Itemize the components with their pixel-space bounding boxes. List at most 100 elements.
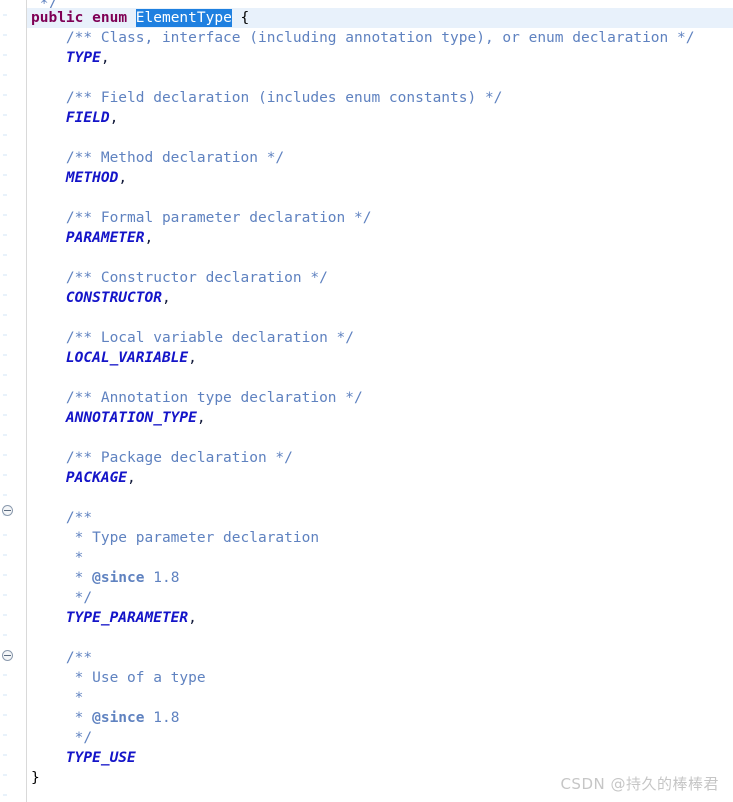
gutter-annotation-tick xyxy=(3,394,7,396)
comment-text: 1.8 xyxy=(144,710,180,726)
code-line[interactable] xyxy=(27,188,733,208)
enum-constant: PACKAGE xyxy=(65,470,128,486)
code-surface[interactable]: */public enum ElementType { /** Class, i… xyxy=(27,0,733,802)
code-line[interactable]: */ xyxy=(27,728,733,748)
gutter-annotation-tick xyxy=(3,234,7,236)
gutter-annotation-tick xyxy=(3,594,7,596)
code-line[interactable] xyxy=(27,368,733,388)
java-keyword: public xyxy=(31,10,84,26)
gutter-annotation-tick xyxy=(3,334,7,336)
javadoc-tag: @since xyxy=(92,710,145,726)
code-line[interactable]: public enum ElementType { xyxy=(27,8,733,28)
gutter-annotation-tick xyxy=(3,634,7,636)
code-line[interactable]: CONSTRUCTOR, xyxy=(27,288,733,308)
gutter-annotation-tick xyxy=(3,774,7,776)
code-line[interactable]: /** xyxy=(27,648,733,668)
gutter-annotation-tick xyxy=(3,354,7,356)
code-line[interactable]: PARAMETER, xyxy=(27,228,733,248)
comment-text: * xyxy=(31,550,84,566)
enum-constant: TYPE_USE xyxy=(65,750,136,766)
code-line[interactable] xyxy=(27,428,733,448)
gutter-annotation-tick xyxy=(3,794,7,796)
enum-constant: CONSTRUCTOR xyxy=(65,290,162,306)
code-line[interactable]: */ xyxy=(27,588,733,608)
code-line[interactable]: * xyxy=(27,548,733,568)
code-line[interactable]: TYPE_PARAMETER, xyxy=(27,608,733,628)
comment-text: * xyxy=(31,690,84,706)
comment-text: /** Package declaration */ xyxy=(31,450,293,466)
code-token: , xyxy=(161,290,171,306)
code-line[interactable]: /** xyxy=(27,508,733,528)
comment-text: /** Local variable declaration */ xyxy=(31,330,355,346)
code-line[interactable]: TYPE, xyxy=(27,48,733,68)
code-line[interactable]: /** Package declaration */ xyxy=(27,448,733,468)
code-editor[interactable]: */public enum ElementType { /** Class, i… xyxy=(0,0,733,802)
code-line[interactable] xyxy=(27,68,733,88)
comment-text: /** Field declaration (includes enum con… xyxy=(31,90,503,106)
comment-text: /** Class, interface (including annotati… xyxy=(31,30,695,46)
gutter-annotation-tick xyxy=(3,674,7,676)
code-line[interactable]: LOCAL_VARIABLE, xyxy=(27,348,733,368)
code-token: , xyxy=(118,170,128,186)
code-line[interactable]: /** Class, interface (including annotati… xyxy=(27,28,733,48)
code-line[interactable]: ANNOTATION_TYPE, xyxy=(27,408,733,428)
code-line[interactable] xyxy=(27,488,733,508)
code-token: , xyxy=(196,410,206,426)
code-token: , xyxy=(109,110,119,126)
gutter-annotation-tick xyxy=(3,34,7,36)
gutter-annotation-tick xyxy=(3,154,7,156)
code-line[interactable]: FIELD, xyxy=(27,108,733,128)
enum-constant: TYPE xyxy=(65,50,101,66)
code-token: { xyxy=(231,10,250,26)
code-line[interactable]: /** Field declaration (includes enum con… xyxy=(27,88,733,108)
code-line[interactable]: METHOD, xyxy=(27,168,733,188)
code-line[interactable]: TYPE_USE xyxy=(27,748,733,768)
code-token: , xyxy=(127,470,136,486)
code-token: , xyxy=(188,610,197,626)
gutter-annotation-tick xyxy=(3,554,7,556)
gutter-annotation-tick xyxy=(3,414,7,416)
comment-text: /** Constructor declaration */ xyxy=(31,270,328,286)
comment-text: /** xyxy=(31,510,93,526)
comment-text: * Use of a type xyxy=(31,670,206,686)
code-token: , xyxy=(100,50,110,66)
code-line[interactable] xyxy=(27,128,733,148)
gutter-annotation-tick xyxy=(3,614,7,616)
gutter-annotation-tick xyxy=(3,14,7,16)
code-line[interactable] xyxy=(27,248,733,268)
gutter-annotation-tick xyxy=(3,714,7,716)
code-line[interactable]: /** Local variable declaration */ xyxy=(27,328,733,348)
fold-marker-type-parameter[interactable] xyxy=(2,505,13,516)
code-line[interactable]: * xyxy=(27,688,733,708)
gutter-annotation-tick xyxy=(3,474,7,476)
code-line[interactable]: * @since 1.8 xyxy=(27,568,733,588)
gutter-annotation-tick xyxy=(3,314,7,316)
code-line[interactable] xyxy=(27,308,733,328)
code-line[interactable]: PACKAGE, xyxy=(27,468,733,488)
code-line[interactable]: /** Formal parameter declaration */ xyxy=(27,208,733,228)
gutter-annotation-tick xyxy=(3,94,7,96)
code-line[interactable]: * Use of a type xyxy=(27,668,733,688)
comment-text: */ xyxy=(31,730,93,746)
code-line[interactable]: /** Method declaration */ xyxy=(27,148,733,168)
code-line[interactable]: * @since 1.8 xyxy=(27,708,733,728)
editor-gutter-ruler[interactable] xyxy=(0,0,27,802)
java-keyword: enum xyxy=(92,10,128,26)
enum-constant: FIELD xyxy=(65,110,110,126)
code-line[interactable]: */ xyxy=(27,0,733,8)
code-line[interactable] xyxy=(27,628,733,648)
gutter-annotation-tick xyxy=(3,734,7,736)
comment-text: * xyxy=(31,570,93,586)
gutter-annotation-tick xyxy=(3,254,7,256)
fold-marker-type-use[interactable] xyxy=(2,650,13,661)
code-line[interactable]: * Type parameter declaration xyxy=(27,528,733,548)
code-line[interactable]: /** Constructor declaration */ xyxy=(27,268,733,288)
gutter-annotation-tick xyxy=(3,134,7,136)
code-line[interactable]: /** Annotation type declaration */ xyxy=(27,388,733,408)
